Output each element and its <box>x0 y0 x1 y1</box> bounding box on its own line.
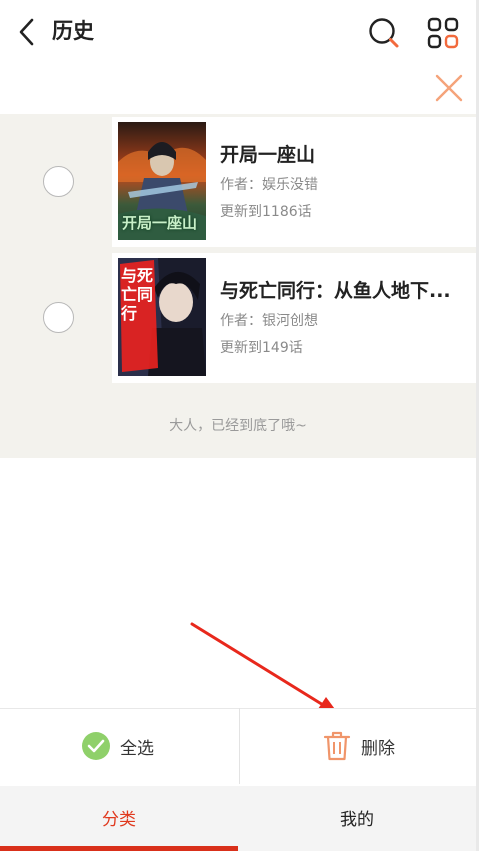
check-icon <box>82 732 110 760</box>
select-all-label: 全选 <box>120 738 154 759</box>
list-item[interactable]: 开局一座山 开局一座山 作者：娱乐没错 更新到1186话 <box>112 117 476 247</box>
cover-title-art: 与死亡同行 <box>121 266 154 323</box>
delete-label: 删除 <box>361 738 395 759</box>
close-edit-button[interactable] <box>434 73 464 103</box>
tab-mine[interactable]: 我的 <box>238 786 476 848</box>
top-bar: 历史 <box>0 0 476 64</box>
page-title: 历史 <box>52 19 94 43</box>
book-update-status: 更新到149话 <box>220 340 303 356</box>
grid-menu-button[interactable] <box>425 15 461 51</box>
back-arrow-icon <box>19 18 34 46</box>
book-title: 开局一座山 <box>220 144 316 166</box>
close-icon <box>435 74 463 102</box>
select-radio-book-2[interactable] <box>43 302 74 333</box>
book-title: 与死亡同行：从鱼人地下... <box>220 280 451 302</box>
book-author: 作者：银河创想 <box>220 313 318 329</box>
book-author: 作者：娱乐没错 <box>220 177 318 193</box>
cover-title-art: 开局一座山 <box>122 214 198 232</box>
select-radio-book-1[interactable] <box>43 166 74 197</box>
select-all-button[interactable]: 全选 <box>82 730 154 762</box>
book-update-status: 更新到1186话 <box>220 204 312 220</box>
trash-icon <box>323 731 351 761</box>
end-of-list-text: 大人，已经到底了哦~ <box>169 418 307 434</box>
book-cover: 开局一座山 <box>118 122 206 240</box>
active-tab-indicator <box>0 846 238 851</box>
back-button[interactable] <box>14 16 38 48</box>
search-button[interactable] <box>367 16 401 50</box>
edit-action-bar <box>0 708 476 784</box>
delete-button[interactable]: 删除 <box>323 728 395 764</box>
search-icon <box>369 18 399 48</box>
action-divider <box>239 708 240 784</box>
list-item[interactable]: 与死亡同行 与死亡同行：从鱼人地下... 作者：银河创想 更新到149话 <box>112 253 476 383</box>
book-cover: 与死亡同行 <box>118 258 206 376</box>
grid-menu-icon <box>427 17 459 49</box>
edit-mode-bar <box>0 64 476 114</box>
history-screen: 历史 开局一座山 开局一座山 作者：娱乐没错 更新到1186话 与死亡同行 与死… <box>0 0 479 851</box>
tab-category[interactable]: 分类 <box>0 786 238 848</box>
